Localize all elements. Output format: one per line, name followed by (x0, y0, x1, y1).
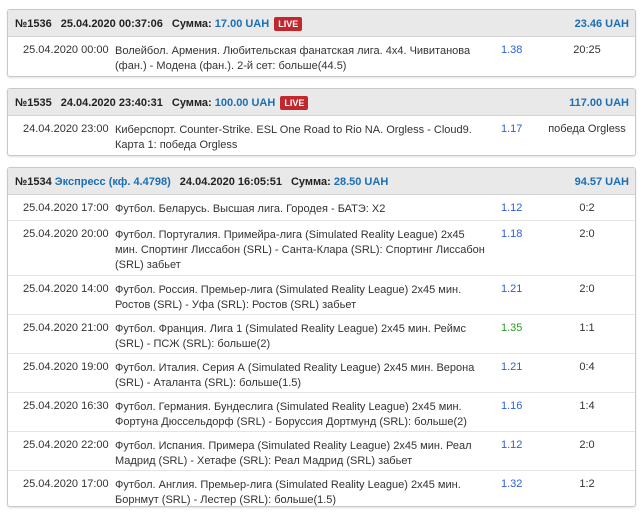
event-date: 25.04.2020 22:00 (23, 439, 109, 451)
event-coefficient: 1.38 (501, 44, 523, 56)
event-coefficient: 1.12 (501, 439, 523, 451)
event-coefficient: 1.12 (501, 202, 523, 214)
event-date: 25.04.2020 19:00 (23, 361, 109, 373)
event-result: 1:4 (579, 400, 595, 412)
event-date: 25.04.2020 00:00 (23, 44, 109, 56)
bet-card-1536: №1536 25.04.2020 00:37:06 Сумма: 17.00 U… (7, 9, 636, 77)
event-description: Футбол. Беларусь. Высшая лига. Городея -… (115, 203, 386, 215)
event-date: 25.04.2020 16:30 (23, 400, 109, 412)
event-row: 25.04.2020 20:00 Футбол. Португалия. При… (8, 220, 635, 275)
event-description: Волейбол. Армения. Любительская фанатска… (115, 45, 471, 72)
live-badge: LIVE (280, 95, 309, 110)
bet-payout: 23.46 UAH (574, 17, 629, 30)
event-description: Футбол. Португалия. Примейра-лига (Simul… (115, 229, 485, 271)
bet-header: №1534 Экспресс (кф. 4.4798) 24.04.2020 1… (8, 168, 635, 195)
bet-datetime: 24.04.2020 23:40:31 (60, 96, 163, 109)
bet-sum-value: 28.50 UAH (333, 175, 389, 188)
event-coefficient: 1.32 (501, 478, 523, 490)
bet-id: №1536 (15, 17, 52, 30)
event-description: Киберспорт. Counter-Strike. ESL One Road… (115, 124, 472, 151)
event-row: 25.04.2020 14:00 Футбол. Россия. Премьер… (8, 275, 635, 314)
event-result: 1:1 (579, 322, 595, 334)
event-row: 25.04.2020 16:30 Футбол. Германия. Бунде… (8, 392, 635, 431)
event-result: 20:25 (573, 44, 601, 56)
bet-sum-value: 100.00 UAH (214, 96, 276, 109)
event-description: Футбол. Англия. Премьер-лига (Simulated … (115, 479, 461, 506)
event-coefficient: 1.18 (501, 228, 523, 240)
event-date: 25.04.2020 14:00 (23, 283, 109, 295)
event-coefficient: 1.35 (501, 322, 523, 334)
event-coefficient: 1.21 (501, 283, 523, 295)
event-row: 25.04.2020 00:00 Волейбол. Армения. Люби… (8, 37, 635, 76)
event-date: 25.04.2020 17:00 (23, 478, 109, 490)
bet-header: №1535 24.04.2020 23:40:31 Сумма: 100.00 … (8, 89, 635, 116)
event-description: Футбол. Испания. Примера (Simulated Real… (115, 440, 472, 467)
event-result: 1:2 (579, 478, 595, 490)
bet-id: №1534 (15, 175, 52, 188)
bet-sum-label: Сумма: (290, 175, 331, 188)
event-description: Футбол. Италия. Серия А (Simulated Reali… (115, 362, 475, 389)
event-date: 24.04.2020 23:00 (23, 123, 109, 135)
event-row: 24.04.2020 23:00 Киберспорт. Counter-Str… (8, 116, 635, 155)
event-description: Футбол. Россия. Премьер-лига (Simulated … (115, 284, 462, 311)
bet-id: №1535 (15, 96, 52, 109)
event-row: 25.04.2020 17:00 Футбол. Англия. Премьер… (8, 470, 635, 506)
event-date: 25.04.2020 17:00 (23, 202, 109, 214)
event-coefficient: 1.21 (501, 361, 523, 373)
event-date: 25.04.2020 20:00 (23, 228, 109, 240)
bet-header: №1536 25.04.2020 00:37:06 Сумма: 17.00 U… (8, 10, 635, 37)
event-row: 25.04.2020 17:00 Футбол. Беларусь. Высша… (8, 195, 635, 220)
bet-type: Экспресс (кф. 4.4798) (54, 175, 171, 188)
bet-card-1535: №1535 24.04.2020 23:40:31 Сумма: 100.00 … (7, 88, 636, 156)
event-description: Футбол. Франция. Лига 1 (Simulated Reali… (115, 323, 466, 350)
bet-datetime: 24.04.2020 16:05:51 (179, 175, 282, 188)
event-result: 0:2 (579, 202, 595, 214)
bet-payout: 117.00 UAH (569, 96, 629, 109)
bet-payout: 94.57 UAH (574, 175, 629, 188)
event-result: 2:0 (579, 283, 595, 295)
event-result: победа Orgless (548, 123, 626, 135)
event-coefficient: 1.17 (501, 123, 523, 135)
bet-sum-label: Сумма: (171, 96, 212, 109)
bet-sum-value: 17.00 UAH (214, 17, 270, 30)
event-row: 25.04.2020 21:00 Футбол. Франция. Лига 1… (8, 314, 635, 353)
bet-card-1534: №1534 Экспресс (кф. 4.4798) 24.04.2020 1… (7, 167, 636, 507)
event-result: 2:0 (579, 439, 595, 451)
event-coefficient: 1.16 (501, 400, 523, 412)
event-row: 25.04.2020 22:00 Футбол. Испания. Пример… (8, 431, 635, 470)
event-row: 25.04.2020 19:00 Футбол. Италия. Серия А… (8, 353, 635, 392)
bet-datetime: 25.04.2020 00:37:06 (60, 17, 163, 30)
bet-sum-label: Сумма: (171, 17, 212, 30)
event-result: 2:0 (579, 228, 595, 240)
event-result: 0:4 (579, 361, 595, 373)
event-date: 25.04.2020 21:00 (23, 322, 109, 334)
event-description: Футбол. Германия. Бундеслига (Simulated … (115, 401, 467, 428)
live-badge: LIVE (274, 16, 303, 31)
